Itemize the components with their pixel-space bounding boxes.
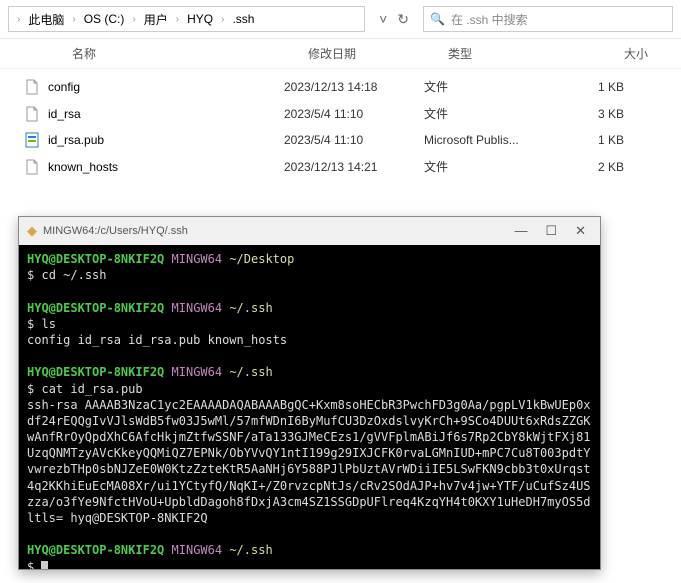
file-name: id_rsa.pub bbox=[48, 133, 104, 147]
col-size-label[interactable]: 大小 bbox=[588, 45, 648, 62]
chevron-right-icon: › bbox=[70, 14, 77, 25]
maximize-button[interactable]: ☐ bbox=[545, 223, 557, 239]
cursor bbox=[41, 561, 48, 569]
file-list-header: 名称 修改日期 类型 大小 bbox=[0, 39, 681, 69]
col-name-label[interactable]: 名称 bbox=[72, 45, 96, 62]
search-icon: 🔍 bbox=[430, 12, 445, 26]
chevron-right-icon: › bbox=[174, 14, 181, 25]
file-type: 文件 bbox=[424, 78, 564, 95]
file-row[interactable]: id_rsa 2023/5/4 11:10文件3 KB bbox=[0, 100, 681, 127]
file-icon bbox=[24, 132, 44, 148]
file-type: Microsoft Publis... bbox=[424, 133, 564, 147]
file-size: 2 KB bbox=[564, 160, 624, 174]
file-type: 文件 bbox=[424, 105, 564, 122]
breadcrumb[interactable]: › 此电脑 › OS (C:) › 用户 › HYQ › .ssh bbox=[8, 6, 365, 32]
col-date-label[interactable]: 修改日期 bbox=[308, 45, 448, 62]
dropdown-icon[interactable]: ˅ bbox=[379, 11, 387, 28]
file-size: 1 KB bbox=[564, 133, 624, 147]
file-name: known_hosts bbox=[48, 160, 118, 174]
terminal-icon: ◆ bbox=[27, 223, 37, 239]
ssh-key-output: ssh-rsa AAAAB3NzaC1yc2EAAAADAQABAAABgQC+… bbox=[27, 397, 592, 527]
file-icon bbox=[24, 106, 44, 122]
search-input[interactable]: 🔍 在 .ssh 中搜索 bbox=[423, 6, 673, 32]
file-date: 2023/12/13 14:18 bbox=[284, 80, 424, 94]
refresh-icon[interactable]: ↻ bbox=[397, 11, 409, 28]
terminal-window: ◆ MINGW64:/c/Users/HYQ/.ssh — ☐ ✕ HYQ@DE… bbox=[18, 216, 601, 570]
file-name: id_rsa bbox=[48, 107, 81, 121]
chevron-right-icon: › bbox=[130, 14, 137, 25]
title-bar[interactable]: ◆ MINGW64:/c/Users/HYQ/.ssh — ☐ ✕ bbox=[19, 217, 600, 245]
file-icon bbox=[24, 159, 44, 175]
file-name: config bbox=[48, 80, 80, 94]
breadcrumb-item[interactable]: HYQ bbox=[183, 11, 217, 27]
breadcrumb-item[interactable]: .ssh bbox=[228, 11, 258, 27]
chevron-right-icon: › bbox=[219, 14, 226, 25]
file-row[interactable]: known_hosts 2023/12/13 14:21文件2 KB bbox=[0, 153, 681, 180]
close-button[interactable]: ✕ bbox=[575, 223, 586, 239]
breadcrumb-item[interactable]: 此电脑 bbox=[24, 10, 68, 29]
file-size: 3 KB bbox=[564, 107, 624, 121]
col-type-label[interactable]: 类型 bbox=[448, 45, 588, 62]
file-icon bbox=[24, 79, 44, 95]
window-title: MINGW64:/c/Users/HYQ/.ssh bbox=[43, 225, 514, 237]
file-date: 2023/5/4 11:10 bbox=[284, 133, 424, 147]
breadcrumb-item[interactable]: OS (C:) bbox=[80, 11, 129, 27]
file-row[interactable]: id_rsa.pub 2023/5/4 11:10Microsoft Publis… bbox=[0, 127, 681, 153]
file-type: 文件 bbox=[424, 158, 564, 175]
file-date: 2023/12/13 14:21 bbox=[284, 160, 424, 174]
file-row[interactable]: config 2023/12/13 14:18文件1 KB bbox=[0, 73, 681, 100]
terminal-body[interactable]: HYQ@DESKTOP-8NKIF2Q MINGW64 ~/Desktop $ … bbox=[19, 245, 600, 569]
file-list: config2023/12/13 14:18文件1 KBid_rsa2023/5… bbox=[0, 69, 681, 184]
chevron-right-icon: › bbox=[15, 14, 22, 25]
file-date: 2023/5/4 11:10 bbox=[284, 107, 424, 121]
minimize-button[interactable]: — bbox=[514, 223, 527, 239]
search-placeholder: 在 .ssh 中搜索 bbox=[451, 11, 528, 28]
breadcrumb-item[interactable]: 用户 bbox=[140, 10, 172, 29]
file-size: 1 KB bbox=[564, 80, 624, 94]
